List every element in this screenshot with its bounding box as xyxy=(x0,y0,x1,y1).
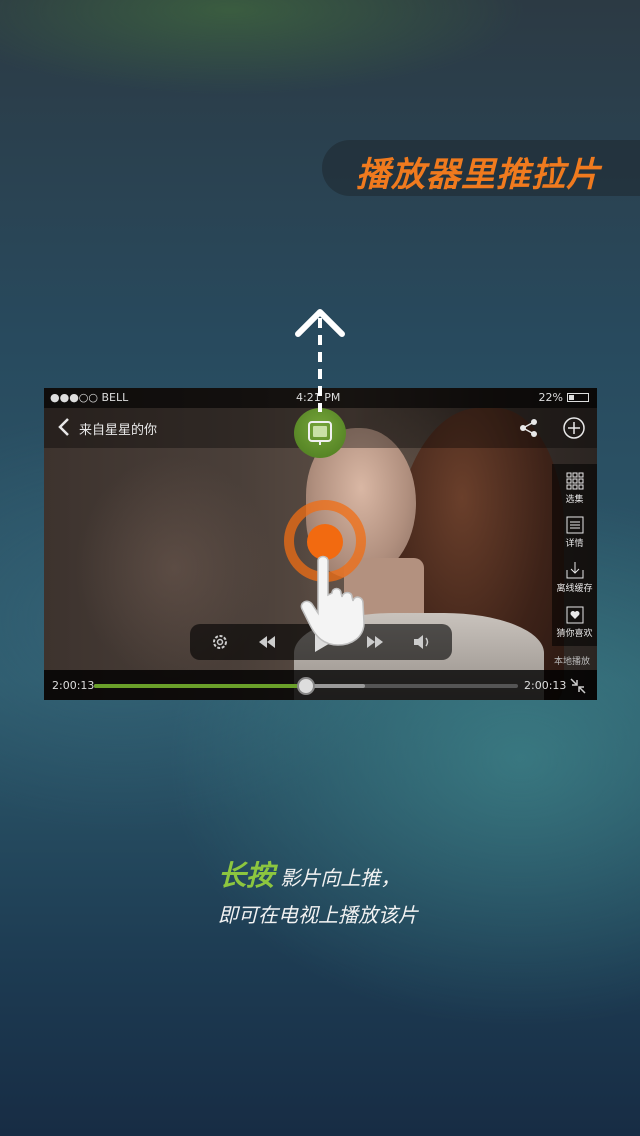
caption-line-1: 长按 影片向上推， xyxy=(218,854,400,894)
banner-title: 播放器里推拉片 xyxy=(356,155,601,195)
settings-icon[interactable] xyxy=(210,632,230,652)
played-fill xyxy=(94,684,306,688)
video-title: 来自星星的你 xyxy=(79,423,158,438)
seek-thumb[interactable] xyxy=(297,677,315,695)
battery-icon xyxy=(567,393,589,402)
side-item-recommend[interactable]: 猜你喜欢 xyxy=(552,606,597,639)
side-item-label: 详情 xyxy=(565,539,584,549)
exit-fullscreen-icon[interactable] xyxy=(568,676,588,696)
carrier-label: ●●●○○ BELL xyxy=(50,391,129,404)
volume-icon[interactable] xyxy=(412,632,432,652)
progress-bar: 2:00:13 2:00:13 xyxy=(44,670,597,700)
duration-time: 2:00:13 xyxy=(524,679,567,692)
side-item-offline-cache[interactable]: 离线缓存 xyxy=(552,561,597,594)
battery-percent: 22% xyxy=(538,391,563,404)
add-icon[interactable] xyxy=(562,416,586,440)
rewind-icon[interactable] xyxy=(256,632,278,652)
side-item-episodes[interactable]: 选集 xyxy=(552,472,597,505)
side-item-label: 猜你喜欢 xyxy=(556,629,593,639)
push-to-tv-button[interactable] xyxy=(294,408,346,458)
back-icon[interactable] xyxy=(54,416,76,438)
swipe-up-arrow-icon xyxy=(295,309,345,412)
elapsed-time: 2:00:13 xyxy=(52,679,95,692)
grid-icon xyxy=(566,472,583,490)
heart-icon xyxy=(566,606,583,624)
seek-track[interactable] xyxy=(94,677,518,695)
player-screenshot: ●●●○○ BELL 4:21 PM 22% 来自星星的你 选集 详情 离线缓存… xyxy=(44,388,597,700)
side-item-details[interactable]: 详情 xyxy=(552,516,597,549)
caption-accent: 长按 xyxy=(218,859,275,892)
battery-indicator: 22% xyxy=(539,391,589,404)
list-icon xyxy=(566,516,583,534)
caption-rest: 影片向上推， xyxy=(274,866,401,890)
download-icon xyxy=(566,562,583,579)
share-icon[interactable] xyxy=(518,417,540,439)
side-menu: 选集 详情 离线缓存 猜你喜欢 xyxy=(552,464,597,646)
tv-icon xyxy=(308,421,332,445)
side-item-label: 选集 xyxy=(565,495,584,505)
side-item-label: 离线缓存 xyxy=(556,584,593,594)
hand-pointer-icon xyxy=(300,555,365,646)
local-play-label[interactable]: 本地播放 xyxy=(554,654,590,667)
caption-line-2: 即可在电视上播放该片 xyxy=(218,903,418,927)
